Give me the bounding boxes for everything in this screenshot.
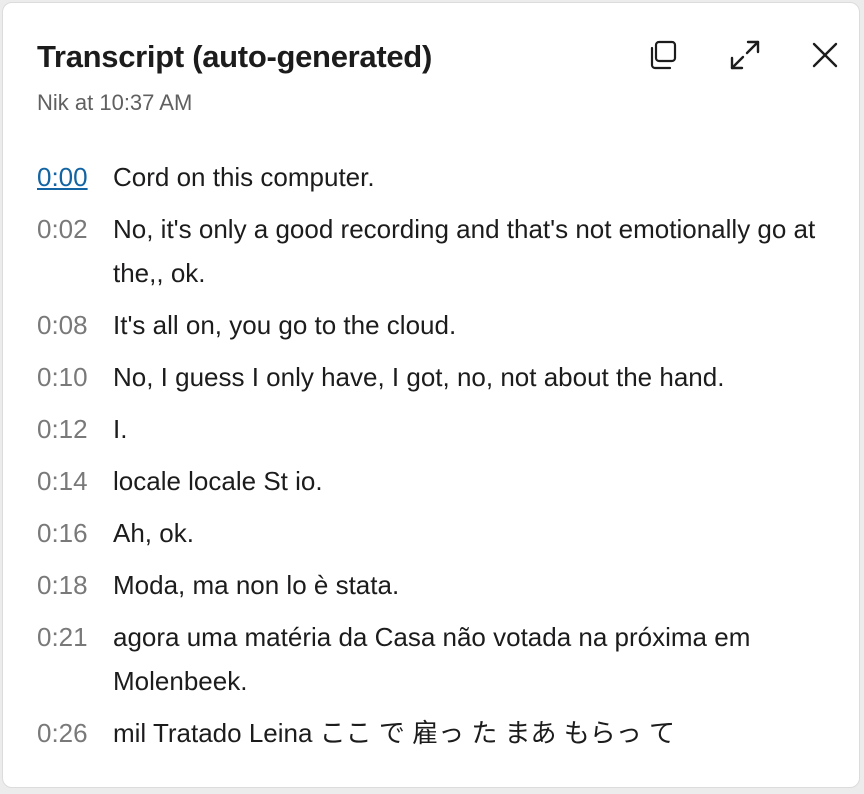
expand-button[interactable]: [723, 33, 767, 77]
transcript-row: 0:18 Moda, ma non lo è stata.: [37, 563, 837, 607]
expand-icon: [730, 40, 760, 70]
transcript-row: 0:08 It's all on, you go to the cloud.: [37, 303, 837, 347]
timestamp-link[interactable]: 0:18: [37, 563, 99, 607]
timestamp-link[interactable]: 0:10: [37, 355, 99, 399]
copy-button[interactable]: [641, 33, 685, 77]
transcript-row: 0:00 Cord on this computer.: [37, 155, 837, 199]
transcript-list: 0:00 Cord on this computer. 0:02 No, it'…: [37, 155, 837, 763]
timestamp-link[interactable]: 0:00: [37, 155, 99, 199]
transcript-text: agora uma matéria da Casa não votada na …: [113, 622, 751, 696]
transcript-text: Ah, ok.: [113, 518, 194, 548]
timestamp-link[interactable]: 0:21: [37, 615, 99, 659]
timestamp-link[interactable]: 0:16: [37, 511, 99, 555]
transcript-row: 0:16 Ah, ok.: [37, 511, 837, 555]
timestamp-link[interactable]: 0:26: [37, 711, 99, 755]
close-icon: [812, 42, 838, 68]
transcript-text: It's all on, you go to the cloud.: [113, 310, 457, 340]
transcript-row: 0:10 No, I guess I only have, I got, no,…: [37, 355, 837, 399]
transcript-panel: Transcript (auto-generated) Nik at 10:37…: [2, 2, 860, 788]
timestamp-link[interactable]: 0:08: [37, 303, 99, 347]
transcript-text: Cord on this computer.: [113, 162, 375, 192]
close-button[interactable]: [803, 33, 847, 77]
transcript-row: 0:21 agora uma matéria da Casa não votad…: [37, 615, 837, 703]
transcript-text: locale locale St io.: [113, 466, 323, 496]
transcript-text: Moda, ma non lo è stata.: [113, 570, 400, 600]
transcript-text: No, I guess I only have, I got, no, not …: [113, 362, 725, 392]
transcript-row: 0:26 mil Tratado Leina ここ で 雇っ た まあ もらっ …: [37, 711, 837, 755]
transcript-row: 0:12 I.: [37, 407, 837, 451]
transcript-row: 0:14 locale locale St io.: [37, 459, 837, 503]
timestamp-link[interactable]: 0:12: [37, 407, 99, 451]
transcript-text: I.: [113, 414, 128, 444]
transcript-row: 0:02 No, it's only a good recording and …: [37, 207, 837, 295]
copy-icon: [650, 40, 677, 70]
panel-subtitle: Nik at 10:37 AM: [37, 90, 193, 115]
timestamp-link[interactable]: 0:02: [37, 207, 99, 251]
transcript-text: No, it's only a good recording and that'…: [113, 214, 816, 288]
panel-title: Transcript (auto-generated): [37, 39, 432, 74]
transcript-text: mil Tratado Leina ここ で 雇っ た まあ もらっ て: [113, 718, 676, 748]
timestamp-link[interactable]: 0:14: [37, 459, 99, 503]
